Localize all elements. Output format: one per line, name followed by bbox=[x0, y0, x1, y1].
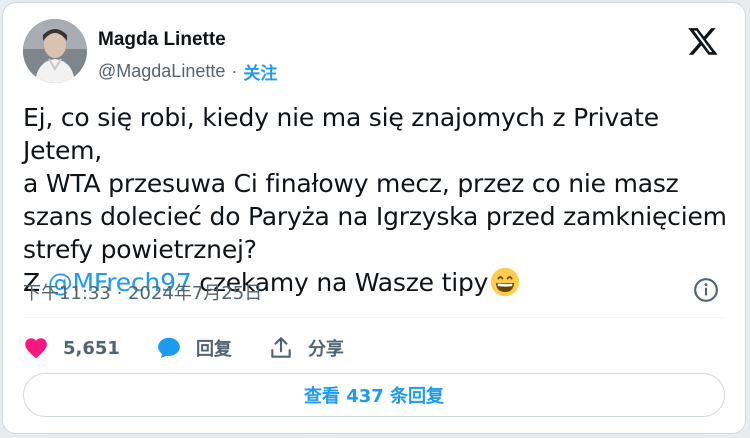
tweet-line: a WTA przesuwa Ci finałowy mecz, przez c… bbox=[23, 169, 679, 198]
handle-separator: · bbox=[231, 61, 238, 81]
tweet-line: szans dolecieć do Paryża na Igrzyska prz… bbox=[23, 202, 727, 231]
grinning-emoji-icon bbox=[491, 267, 520, 297]
avatar[interactable] bbox=[23, 19, 87, 83]
share-button[interactable]: 分享 bbox=[268, 335, 344, 361]
tweet-text: Ej, co się robi, kiedy nie ma się znajom… bbox=[23, 101, 733, 299]
reply-bubble-icon bbox=[158, 337, 180, 359]
author-name[interactable]: Magda Linette bbox=[98, 29, 226, 51]
tweet-line: Ej, co się robi, kiedy nie ma się znajom… bbox=[23, 103, 659, 165]
like-count: 5,651 bbox=[63, 337, 120, 359]
view-replies-button[interactable]: 查看 437 条回复 bbox=[23, 373, 725, 417]
handle-row: @MagdaLinette · 关注 bbox=[98, 59, 277, 84]
follow-button[interactable]: 关注 bbox=[243, 59, 277, 84]
x-logo-icon[interactable] bbox=[687, 25, 719, 57]
divider bbox=[23, 317, 725, 318]
like-button[interactable]: 5,651 bbox=[23, 335, 120, 361]
share-icon bbox=[271, 337, 291, 358]
info-icon[interactable] bbox=[693, 277, 719, 303]
tweet-line: strefy powietrznej? bbox=[23, 235, 257, 264]
timestamp[interactable]: 下午11:33 · 2024年7月25日 bbox=[23, 279, 262, 305]
share-label: 分享 bbox=[307, 339, 344, 360]
reply-button[interactable]: 回复 bbox=[156, 335, 232, 361]
author-handle[interactable]: @MagdaLinette bbox=[98, 61, 225, 82]
action-bar: 5,651 回复 分享 bbox=[23, 333, 380, 363]
tweet-card: Magda Linette @MagdaLinette · 关注 Ej, co … bbox=[2, 2, 746, 434]
reply-label: 回复 bbox=[195, 339, 232, 360]
heart-icon bbox=[25, 338, 47, 359]
